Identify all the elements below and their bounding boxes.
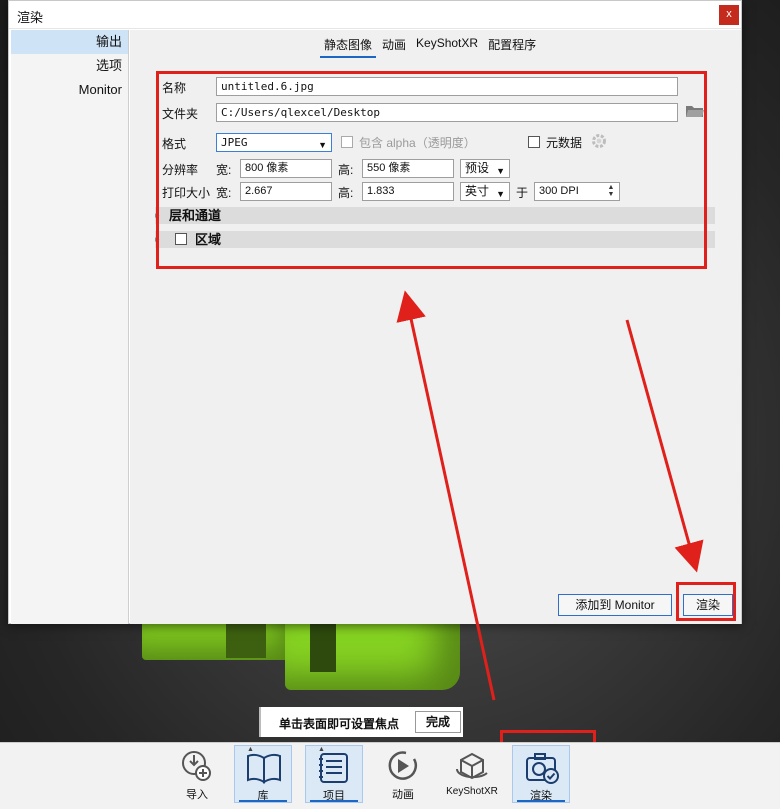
animation-play-icon bbox=[374, 749, 432, 785]
toolbar-animation-label: 动画 bbox=[392, 789, 414, 801]
tab-bar: 静态图像 动画 KeyShotXR 配置程序 bbox=[320, 36, 542, 58]
active-indicator bbox=[239, 800, 287, 802]
model-shadow-block bbox=[310, 622, 336, 672]
render-camera-icon bbox=[513, 750, 569, 786]
toolbar-project[interactable]: ▲ 项目 bbox=[305, 745, 363, 803]
toolbar-render[interactable]: 渲染 bbox=[512, 745, 570, 803]
toolbar-import[interactable]: 导入 bbox=[168, 745, 226, 803]
active-indicator bbox=[517, 800, 565, 802]
sidebar-item-options[interactable]: 选项 bbox=[11, 54, 128, 78]
toolbar-keyshotxr[interactable]: KeyShotXR bbox=[443, 745, 501, 803]
active-indicator bbox=[310, 800, 358, 802]
window-title: 渲染 bbox=[17, 10, 44, 25]
add-to-monitor-button[interactable]: 添加到 Monitor bbox=[558, 594, 672, 616]
tab-still-image[interactable]: 静态图像 bbox=[320, 36, 377, 58]
import-icon bbox=[168, 749, 226, 785]
main-toolbar: 导入 ▲ 库 ▲ 项目 动画 KeyShotXR 渲染 bbox=[0, 742, 780, 809]
toolbar-keyshotxr-label: KeyShotXR bbox=[446, 786, 498, 797]
toolbar-animation[interactable]: 动画 bbox=[374, 745, 432, 803]
tab-configurator[interactable]: 配置程序 bbox=[484, 36, 540, 58]
model-shadow-block bbox=[226, 618, 266, 658]
annotation-box-settings bbox=[156, 71, 707, 269]
title-bar: 渲染 x bbox=[9, 1, 741, 29]
done-button[interactable]: 完成 bbox=[415, 711, 461, 733]
toolbar-import-label: 导入 bbox=[186, 789, 208, 801]
tab-animation[interactable]: 动画 bbox=[378, 36, 410, 58]
project-list-icon bbox=[306, 750, 362, 786]
close-button[interactable]: x bbox=[719, 5, 739, 25]
focus-hint-bar: 单击表面即可设置焦点 完成 bbox=[259, 707, 463, 737]
annotation-box-render-button bbox=[676, 582, 736, 621]
toolbar-library[interactable]: ▲ 库 bbox=[234, 745, 292, 803]
sidebar-item-output[interactable]: 输出 bbox=[11, 30, 128, 54]
settings-sidebar: 输出 选项 Monitor bbox=[11, 30, 129, 624]
focus-hint-text: 单击表面即可设置焦点 bbox=[279, 717, 400, 731]
keyshotxr-cube-icon bbox=[443, 749, 501, 785]
library-book-icon bbox=[235, 750, 291, 786]
sidebar-item-monitor[interactable]: Monitor bbox=[11, 78, 128, 102]
tab-keyshotxr[interactable]: KeyShotXR bbox=[412, 36, 482, 58]
